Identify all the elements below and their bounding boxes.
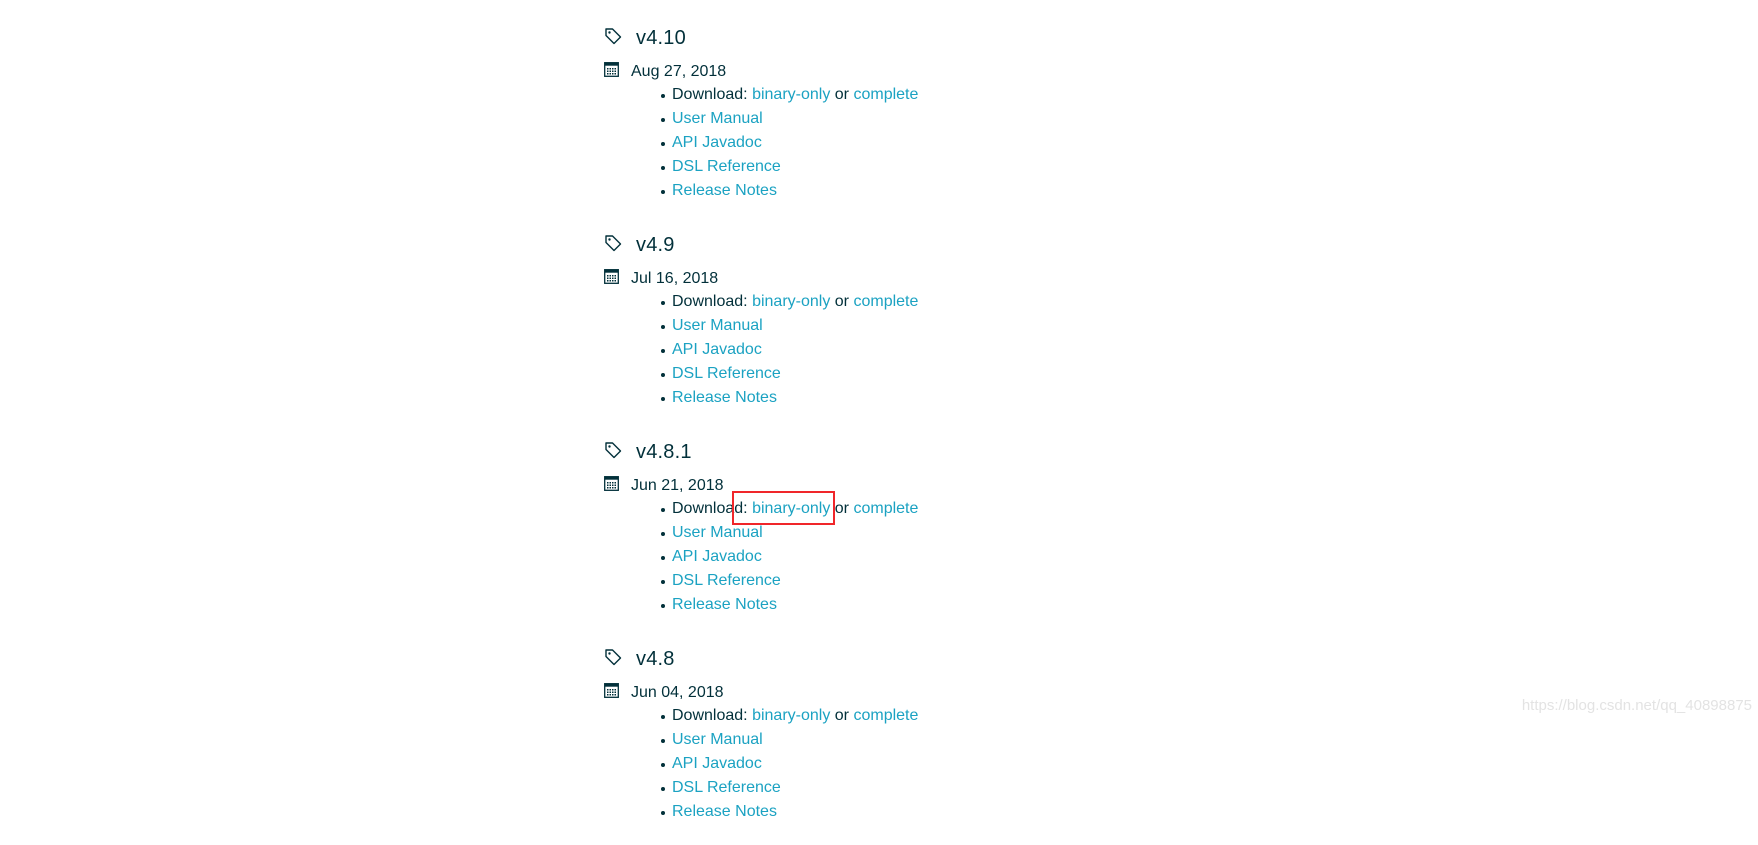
release-date: Jun 04, 2018: [631, 684, 724, 701]
download-item: Download: binary-only or complete: [661, 290, 918, 314]
release-entry: v4.9 Jul 16, 2018 Download: binary-only …: [604, 231, 1204, 431]
dsl-reference-link[interactable]: DSL Reference: [672, 779, 781, 796]
dsl-reference-item: DSL Reference: [661, 362, 918, 386]
or-text: or: [834, 707, 850, 724]
release-entry: v4.8.1 Jun 21, 2018 Download: binary-onl…: [604, 438, 1204, 638]
dsl-reference-item: DSL Reference: [661, 155, 918, 179]
release-heading: v4.10: [604, 24, 686, 52]
or-text: or: [834, 86, 850, 103]
download-item: Download: binary-only or complete: [661, 704, 918, 728]
calendar-icon: [604, 62, 619, 82]
release-version: v4.8.1: [636, 440, 692, 463]
release-version: v4.9: [636, 233, 675, 256]
release-notes-link[interactable]: Release Notes: [672, 389, 777, 406]
complete-link[interactable]: complete: [853, 707, 918, 724]
dsl-reference-link[interactable]: DSL Reference: [672, 572, 781, 589]
tag-icon: [604, 234, 622, 257]
release-date-row: Jun 21, 2018: [604, 474, 724, 498]
download-label: Download:: [672, 86, 748, 103]
user-manual-link[interactable]: User Manual: [672, 731, 763, 748]
release-entry: v4.8 Jun 04, 2018 Download: binary-only …: [604, 645, 1204, 845]
api-javadoc-link[interactable]: API Javadoc: [672, 134, 762, 151]
tag-icon: [604, 441, 622, 464]
release-entry: v4.10 Aug 27, 2018 Download: binary-only…: [604, 24, 1204, 224]
download-label: Download:: [672, 707, 748, 724]
calendar-icon: [604, 269, 619, 289]
api-javadoc-item: API Javadoc: [661, 338, 918, 362]
complete-link[interactable]: complete: [853, 500, 918, 517]
watermark: https://blog.csdn.net/qq_40898875: [1521, 697, 1752, 714]
release-version: v4.8: [636, 647, 675, 670]
release-notes-link[interactable]: Release Notes: [672, 803, 777, 820]
api-javadoc-link[interactable]: API Javadoc: [672, 341, 762, 358]
dsl-reference-link[interactable]: DSL Reference: [672, 365, 781, 382]
api-javadoc-link[interactable]: API Javadoc: [672, 755, 762, 772]
download-item: Download: binary-only or complete: [661, 83, 918, 107]
release-notes-link[interactable]: Release Notes: [672, 182, 777, 199]
user-manual-link[interactable]: User Manual: [672, 524, 763, 541]
calendar-icon: [604, 683, 619, 703]
highlight-box: [732, 491, 835, 525]
binary-only-link[interactable]: binary-only: [752, 86, 830, 103]
download-label: Download:: [672, 293, 748, 310]
release-notes-link[interactable]: Release Notes: [672, 596, 777, 613]
api-javadoc-item: API Javadoc: [661, 752, 918, 776]
dsl-reference-item: DSL Reference: [661, 776, 918, 800]
release-links: Download: binary-only or complete User M…: [661, 704, 918, 824]
binary-only-link[interactable]: binary-only: [752, 707, 830, 724]
api-javadoc-item: API Javadoc: [661, 545, 918, 569]
user-manual-item: User Manual: [661, 728, 918, 752]
dsl-reference-link[interactable]: DSL Reference: [672, 158, 781, 175]
release-heading: v4.8.1: [604, 438, 692, 466]
release-date-row: Jun 04, 2018: [604, 681, 724, 705]
or-text: or: [834, 293, 850, 310]
calendar-icon: [604, 476, 619, 496]
release-date: Aug 27, 2018: [631, 63, 727, 80]
release-notes-item: Release Notes: [661, 179, 918, 203]
release-date-row: Jul 16, 2018: [604, 267, 718, 291]
release-date-row: Aug 27, 2018: [604, 60, 726, 84]
user-manual-item: User Manual: [661, 107, 918, 131]
complete-link[interactable]: complete: [853, 86, 918, 103]
api-javadoc-item: API Javadoc: [661, 131, 918, 155]
complete-link[interactable]: complete: [853, 293, 918, 310]
release-links: Download: binary-only or complete User M…: [661, 290, 918, 410]
or-text: or: [834, 500, 850, 517]
release-notes-item: Release Notes: [661, 800, 918, 824]
user-manual-link[interactable]: User Manual: [672, 110, 763, 127]
user-manual-item: User Manual: [661, 314, 918, 338]
tag-icon: [604, 27, 622, 50]
release-date: Jul 16, 2018: [631, 270, 719, 287]
release-heading: v4.8: [604, 645, 675, 673]
release-heading: v4.9: [604, 231, 675, 259]
release-links: Download: binary-only or complete User M…: [661, 83, 918, 203]
user-manual-link[interactable]: User Manual: [672, 317, 763, 334]
release-version: v4.10: [636, 26, 686, 49]
binary-only-link[interactable]: binary-only: [752, 293, 830, 310]
dsl-reference-item: DSL Reference: [661, 569, 918, 593]
api-javadoc-link[interactable]: API Javadoc: [672, 548, 762, 565]
tag-icon: [604, 648, 622, 671]
release-notes-item: Release Notes: [661, 386, 918, 410]
release-notes-item: Release Notes: [661, 593, 918, 617]
release-date: Jun 21, 2018: [631, 477, 724, 494]
